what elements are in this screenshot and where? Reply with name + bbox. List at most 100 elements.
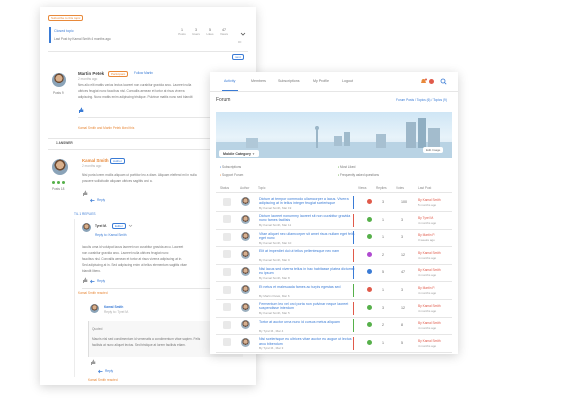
post-author[interactable]: Kamal Smith [104,305,123,309]
forum-panel: Activity Members Subscriptions My Profil… [210,72,458,354]
filter-most-liked[interactable]: ▪ Most Liked [338,165,355,169]
vote-icon [367,216,372,222]
avatar [241,302,250,312]
edit-image-button[interactable]: Edit Image [423,147,444,153]
last-post-time: 4 months ago [418,255,437,260]
topic-row[interactable]: Dictum laoreet nonummy laoreet sit non c… [215,212,453,229]
col-views[interactable]: Views [358,186,366,190]
last-post-user[interactable]: By Kamal Smith [418,339,441,343]
topic-meta: By Tyrel M., Mar 3 [259,346,284,351]
last-post-time: 4 months ago [418,343,437,348]
reply-button[interactable]: Reply [105,369,113,373]
topic-meta: By Kamal Smith, Mar 9 [259,258,290,263]
topic-status-icon [223,303,231,312]
vote-icon [367,287,372,292]
topic-title[interactable]: Et netus et malesuada fames ac turpis eg… [259,285,355,289]
follow-link[interactable]: Follow Martin [134,71,153,75]
like-icon[interactable] [78,107,84,113]
topic-title[interactable]: Dictum at tempor commodo ullamcorper a l… [259,197,355,205]
tab-subscriptions[interactable]: Subscriptions [278,79,300,83]
topic-replies: 3 [382,305,384,310]
last-post-user[interactable]: By Kamal Smith [418,198,441,202]
topic-row[interactable]: Nisi lacus sed viverra tellus in hac hab… [215,264,453,281]
last-post-user[interactable]: By Kamal Smith [418,268,441,272]
like-icon[interactable] [82,277,88,283]
filter-support[interactable]: ▪ Support Forum [220,173,243,177]
tab-my-profile[interactable]: My Profile [313,79,329,83]
vote-icon [367,339,372,345]
tab-members[interactable]: Members [251,79,266,83]
topic-row[interactable]: Dictum at tempor commodo ullamcorper a l… [215,194,453,211]
bell-icon[interactable] [420,78,427,85]
sub-replies-header[interactable]: TIL 1 REPLIES [74,212,96,216]
last-post-user[interactable]: By Martin P. [418,286,435,290]
tab-activity[interactable]: Activity [224,79,235,83]
topic-row[interactable]: Tortor at auctor urna nunc id cursus met… [215,317,453,334]
subscribe-chip[interactable]: Subscribe to this topic [48,15,84,22]
topic-title[interactable]: Nisi scelerisque eu ultrices vitae aucto… [259,337,355,345]
topic-row[interactable]: Vitae aliquet nec ullamcorper sit amet r… [215,229,453,246]
topic-title[interactable]: Fermentum leo vel orci porta non pulvina… [259,302,355,310]
topic-votes: 3 [401,288,403,292]
topic-title[interactable]: Vitae aliquet nec ullamcorper sit amet r… [259,232,355,240]
reply-button[interactable]: Reply [97,198,105,202]
topic-row[interactable]: Nisi scelerisque eu ultrices vitae aucto… [215,335,453,352]
topic-row[interactable]: Fermentum leo vel orci porta non pulvina… [215,300,453,317]
last-post-time: 4 months ago [418,291,437,295]
chevron-down-icon[interactable] [128,223,133,228]
topic-title[interactable]: Tortor at auctor urna nunc id cursus met… [259,320,355,324]
vote-icon [367,251,372,257]
last-post-user[interactable]: By Martin P. [418,233,435,237]
search-icon[interactable] [440,78,447,85]
topic-row[interactable]: Elit at imperdiet dui ut tellus pellente… [215,247,453,264]
category-select[interactable]: Mobile Category ▼ [219,150,259,157]
topic-title[interactable]: Nisi lacus sed viverra tellus in hac hab… [259,267,355,275]
post-author[interactable]: Tyrel M. [95,224,107,228]
last-post-user[interactable]: By Kamal Smith [418,304,441,308]
avatar [241,285,250,294]
reply-icon[interactable] [90,279,95,284]
post-author[interactable]: Martin Petek [78,71,104,76]
last-post-time: 4 months ago [418,273,437,278]
chevron-down-icon[interactable] [240,31,246,37]
col-status[interactable]: Status [220,186,229,190]
topic-replies: 2 [382,323,384,328]
last-post-user[interactable]: By Tyrel M. [418,216,434,220]
topic-color-bar [353,248,354,262]
topic-votes: 8 [401,323,403,328]
col-author[interactable]: Author [240,186,249,190]
reply-icon[interactable] [90,198,95,203]
like-icon[interactable] [82,190,88,196]
stat-users: 3 Users [192,28,200,36]
topic-meta: By Tyrel M., Mar 4 [259,328,284,333]
stat-posts: 1 Posts [178,28,186,36]
topic-replies: 2 [382,252,384,257]
last-post-user[interactable]: By Kamal Smith [418,321,441,325]
breadcrumb[interactable]: Forum Posts / Topics (6) / Topics (9) [396,98,447,102]
role-chip: Author [110,158,125,165]
last-post-time: 4 months ago [418,326,437,331]
col-votes[interactable]: Votes [396,186,404,190]
topic-title[interactable]: Dictum laoreet nonummy laoreet sit non c… [259,214,355,222]
reply-to: Reply to: Tyrel M. [104,310,129,314]
topic-status-icon [223,338,231,347]
col-topic[interactable]: Topic [258,186,265,190]
like-icon[interactable] [90,359,96,365]
tab-logout[interactable]: Logout [342,79,353,83]
profile-dot[interactable] [429,79,434,84]
reply-button[interactable]: Reply [97,279,105,283]
col-replies[interactable]: Replies [376,186,387,190]
more-dots-icon[interactable]: ••• [238,40,241,44]
col-last-post[interactable]: Last Post [418,186,431,190]
reply-icon[interactable] [98,369,103,374]
topic-title[interactable]: Elit at imperdiet dui ut tellus pellente… [259,249,355,253]
vote-icon [367,199,372,204]
filter-faq[interactable]: ▪ Frequently asked questions [338,173,379,177]
post-author[interactable]: Kamal Smith [82,158,109,163]
topic-row[interactable]: Et netus et malesuada fames ac turpis eg… [215,282,453,299]
last-post-user[interactable]: By Kamal Smith [418,251,441,255]
topic-replies: 5 [382,270,384,275]
next-chip[interactable]: next [232,54,244,61]
topic-color-bar [353,319,354,333]
filter-subscriptions[interactable]: ▪ Subscriptions [220,165,241,169]
